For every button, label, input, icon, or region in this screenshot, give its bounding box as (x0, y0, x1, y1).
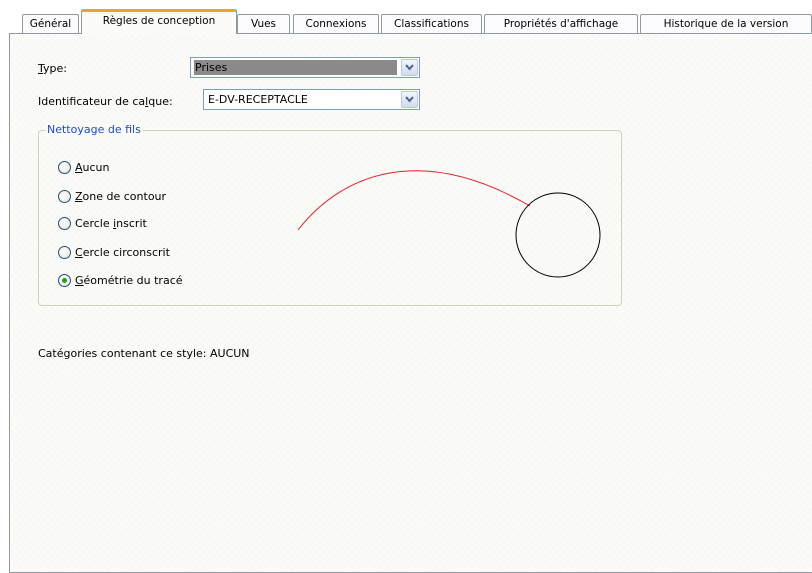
wire-cleanup-title: Nettoyage de fils (45, 123, 143, 136)
chevron-down-icon[interactable] (401, 91, 418, 108)
layer-key-dropdown-value: E-DV-RECEPTACLE (208, 93, 308, 106)
radio-button[interactable] (58, 216, 71, 230)
radio-option-inscribed-circle[interactable]: Cercle inscrit (58, 215, 147, 231)
radio-label: Cercle inscrit (75, 216, 147, 230)
type-dropdown-value: Prises (194, 60, 397, 75)
tab-classifications[interactable]: Classifications (381, 14, 482, 33)
tab-general[interactable]: Général (22, 14, 79, 33)
tab-strip: Général Règles de conception Vues Connex… (0, 0, 812, 34)
layer-key-dropdown[interactable]: E-DV-RECEPTACLE (203, 89, 420, 110)
radio-label: Zone de contour (75, 189, 167, 203)
radio-option-none[interactable]: Aucun (58, 159, 110, 175)
tab-design-rules[interactable]: Règles de conception (81, 9, 237, 34)
radio-option-bounding-box[interactable]: Zone de contour (58, 188, 166, 204)
tab-views[interactable]: Vues (237, 14, 290, 33)
tab-display-properties[interactable]: Propriétés d'affichage (484, 14, 638, 33)
radio-button[interactable] (58, 189, 71, 203)
radio-label: Cercle circonscrit (75, 245, 170, 259)
wire-cleanup-preview (297, 170, 601, 278)
radio-option-circumscribed-circle[interactable]: Cercle circonscrit (58, 244, 170, 260)
radio-button[interactable] (58, 245, 71, 259)
radio-label: Géométrie du tracé (75, 273, 183, 287)
radio-label: Aucun (75, 160, 110, 174)
categories-text: Catégories contenant ce style: AUCUN (38, 347, 250, 360)
radio-option-plot-geometry[interactable]: Géométrie du tracé (58, 272, 183, 288)
layer-key-label: Identificateur de calque: (38, 95, 173, 108)
tab-connections[interactable]: Connexions (293, 14, 379, 33)
tab-version-history[interactable]: Historique de la version (640, 14, 812, 33)
radio-button-selected[interactable] (58, 273, 71, 287)
chevron-down-icon[interactable] (401, 59, 418, 76)
receptacle-circle (515, 192, 601, 278)
type-label: Type: (38, 62, 67, 75)
radio-button[interactable] (58, 160, 71, 174)
wire-arc (297, 170, 531, 231)
type-dropdown[interactable]: Prises (190, 57, 420, 78)
